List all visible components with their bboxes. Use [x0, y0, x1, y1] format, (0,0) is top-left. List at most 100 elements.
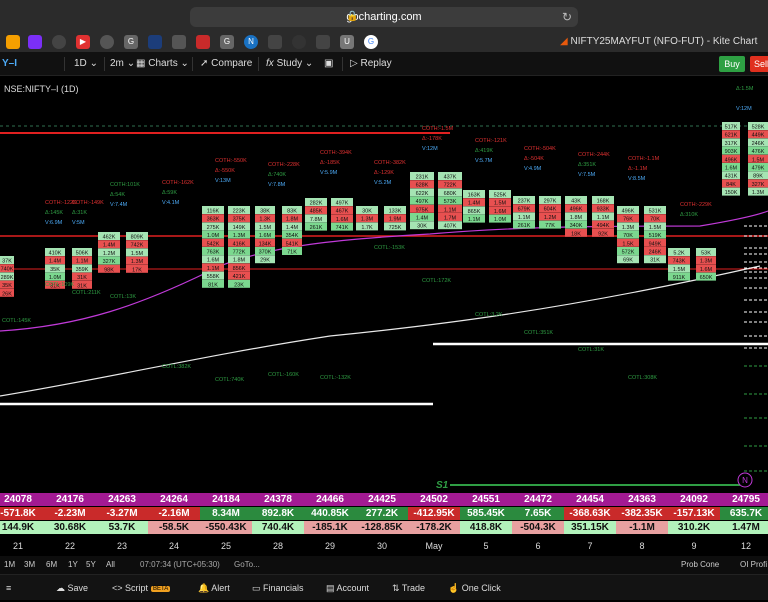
one-click-button[interactable]: ☝ One Click	[448, 575, 501, 601]
cot-low-label: COTL:-132K	[320, 375, 351, 381]
interval-dropdown[interactable]: 1D ⌄	[74, 52, 98, 76]
replay-button[interactable]: ▷ Replay	[350, 52, 392, 76]
footprint-chart[interactable]: 37K 740K 289K 35K 26K 410K 1.4M 35K 1.0M 31K 506K 1…	[0, 76, 768, 490]
symbol-short[interactable]: Y–I	[2, 52, 17, 76]
sell-button[interactable]: Sell	[750, 56, 768, 72]
volume-label: V:5M	[72, 220, 85, 226]
menu-icon[interactable]: ≡	[6, 575, 11, 601]
footprint-value: 1.3M	[131, 259, 144, 265]
footprint-value: 462K	[103, 235, 116, 241]
date-label: 23	[116, 541, 127, 551]
prices-cell: 24363	[628, 494, 656, 505]
financials-button[interactable]: ▭ Financials	[252, 575, 304, 601]
deltas-cell: -185.1K	[304, 521, 356, 534]
footprint-value: 528K	[752, 125, 765, 131]
footprint-value: 679K	[518, 207, 531, 213]
bookmark-n-icon[interactable]: N	[244, 35, 258, 49]
prices-cell: 24263	[108, 494, 136, 505]
range-1m-button[interactable]: 1M	[4, 556, 15, 574]
bookmark-u-icon[interactable]: U	[340, 35, 354, 49]
footprint-value: 1.5M	[259, 225, 272, 231]
bookmark-g-icon[interactable]: G	[124, 35, 138, 49]
timeframe-dropdown[interactable]: 2m ⌄	[110, 52, 135, 76]
footprint-value: 725K	[389, 225, 402, 231]
charts-button[interactable]: ▦ Charts ⌄	[136, 52, 189, 76]
bookmark-ring-icon[interactable]	[292, 35, 306, 49]
bookmark-dot-icon[interactable]	[100, 35, 114, 49]
cot-low-label: COTL:31K	[578, 347, 604, 353]
cot-low-label: COTL:145K	[2, 318, 31, 324]
delta-label: Δ:310K	[680, 212, 698, 218]
oi-profile-button[interactable]: OI Profi	[740, 556, 767, 574]
footprint-value: 650K	[700, 275, 713, 281]
trade-button[interactable]: ⇅ Trade	[392, 575, 425, 601]
compare-button[interactable]: ➚ Compare	[200, 52, 252, 76]
delta-label: Δ:-1.1M	[628, 166, 648, 172]
reload-icon[interactable]: ↻	[562, 7, 572, 27]
bookmark-app-icon[interactable]	[28, 35, 42, 49]
right-scale-markers	[744, 225, 768, 472]
deltas-cell: 310.2K	[668, 521, 720, 534]
date-label: 28	[272, 541, 283, 551]
prob-cone-button[interactable]: Prob Cone	[681, 556, 719, 574]
goto-button[interactable]: GoTo...	[234, 556, 260, 574]
cot-low-label: COTL:13K	[110, 294, 136, 300]
divider	[192, 57, 193, 71]
deltas-cell: 53.7K	[96, 521, 148, 534]
n-marker-label: N	[742, 476, 748, 485]
delta-label: Δ:-178K	[422, 136, 442, 142]
bookmark-cloud-icon[interactable]	[268, 35, 282, 49]
date-label: 7	[587, 541, 593, 551]
range-1y-button[interactable]: 1Y	[68, 556, 78, 574]
bookmark-circle-icon[interactable]	[52, 35, 66, 49]
cot-high-label: Δ:1.5M	[736, 86, 754, 92]
footprint-value: 517K	[725, 125, 738, 131]
instagram-icon[interactable]: ▣	[324, 52, 333, 76]
account-button[interactable]: ▤ Account	[326, 575, 369, 601]
save-button[interactable]: ☁ Save	[56, 575, 88, 601]
alert-button[interactable]: 🔔 Alert	[198, 575, 230, 601]
footprint-value: 975K	[416, 207, 429, 213]
bookmark-square-icon[interactable]	[316, 35, 330, 49]
deltas-cell: 144.9K	[0, 521, 44, 534]
footprint-value: 1.3M	[700, 259, 713, 265]
range-5y-button[interactable]: 5Y	[86, 556, 96, 574]
range-all-button[interactable]: All	[106, 556, 115, 574]
chevron-down-icon: ⌄	[304, 58, 314, 69]
range-6m-button[interactable]: 6M	[46, 556, 57, 574]
footprint-value: 317K	[725, 141, 738, 147]
bookmark-banner-icon[interactable]	[196, 35, 210, 49]
tab-title[interactable]: ◢ NIFTY25MAYFUT (NFO-FUT) - Kite Chart	[560, 36, 757, 47]
footprint-value: 1.3M	[622, 225, 635, 231]
script-button[interactable]: <> Script BETA	[112, 575, 171, 601]
bookmark-g2-icon[interactable]: G	[220, 35, 234, 49]
footprint-value: 485K	[310, 209, 323, 215]
bookmark-tray-icon[interactable]	[172, 35, 186, 49]
footprint-value: 1.6M	[725, 166, 738, 172]
bookmark-bars-icon[interactable]	[6, 35, 20, 49]
footprint-value: 449K	[752, 133, 765, 139]
footprint-value: 134K	[259, 241, 272, 247]
bookmark-box-icon[interactable]	[148, 35, 162, 49]
study-button[interactable]: fx Study ⌄	[266, 52, 313, 76]
volume-label: V:6.9M	[45, 220, 63, 226]
changes-cell: 7.65K	[512, 507, 564, 520]
buy-button[interactable]: Buy	[719, 56, 745, 72]
footprint-value: 327K	[103, 259, 116, 265]
footprint-value: 1.4M	[416, 216, 429, 222]
url-bar[interactable]: 🔒 gocharting.com ↻	[190, 7, 578, 27]
cot-low-label: COTL:-160K	[268, 372, 299, 378]
footprint-value: 1.1M	[76, 259, 89, 265]
volume-label: V:13M	[215, 178, 231, 184]
cot-low-label: COTL:3.2K	[475, 312, 503, 318]
footprint-value: 92K	[598, 231, 608, 237]
footprint-value: 1.5M	[752, 157, 765, 163]
chart-canvas[interactable]: 37K 740K 289K 35K 26K 410K 1.4M 35K 1.0M 31K 506K 1…	[0, 76, 768, 490]
symbol-label[interactable]: NSE:NIFTY–I (1D)	[4, 84, 79, 94]
footprint-value: 740K	[1, 267, 14, 273]
bookmark-google-icon[interactable]: G	[364, 35, 378, 49]
date-label: 5	[483, 541, 489, 551]
footprint-value: 680K	[444, 191, 457, 197]
range-3m-button[interactable]: 3M	[24, 556, 35, 574]
bookmark-youtube-icon[interactable]: ▶	[76, 35, 90, 49]
